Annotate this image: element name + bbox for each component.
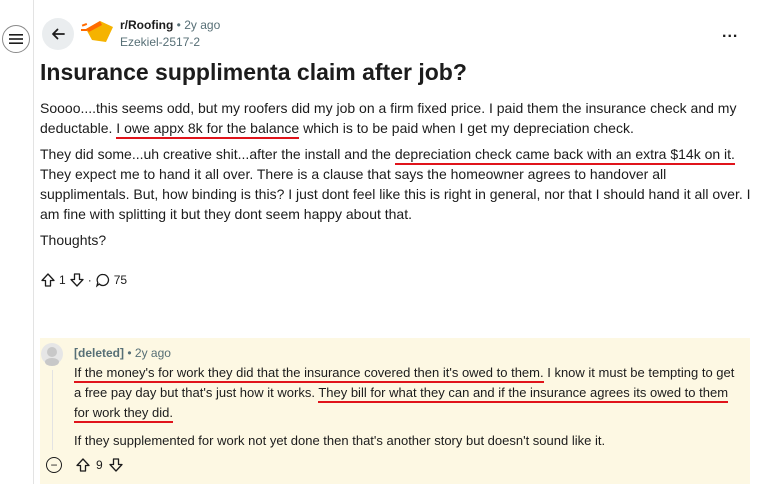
- post-actions: 1 · 75: [40, 272, 127, 288]
- action-separator: ·: [87, 273, 92, 287]
- more-options-button[interactable]: ...: [722, 24, 738, 42]
- comment-body: If the money's for work they did that th…: [74, 363, 744, 459]
- highlighted-text: depreciation check came back with an ext…: [394, 146, 735, 165]
- menu-icon: [9, 34, 23, 44]
- downvote-icon[interactable]: [69, 272, 85, 288]
- upvote-icon[interactable]: [40, 272, 56, 288]
- collapse-icon[interactable]: −: [46, 457, 62, 473]
- comment-time: 2y ago: [134, 346, 171, 360]
- comment-actions: − 9: [46, 457, 124, 473]
- post-time: 2y ago: [184, 18, 221, 32]
- meta-separator: •: [127, 346, 132, 360]
- thread-line[interactable]: [52, 370, 53, 450]
- post-paragraph: They did some...uh creative shit...after…: [40, 146, 751, 222]
- highlighted-text: I owe appx 8k for the balance: [116, 120, 300, 139]
- comment-count: 75: [113, 273, 128, 287]
- upvote-icon[interactable]: [75, 457, 91, 473]
- subreddit-avatar-icon[interactable]: [80, 16, 116, 46]
- downvote-icon[interactable]: [108, 457, 124, 473]
- post-body: Soooo....this seems odd, but my roofers …: [40, 98, 752, 256]
- comment-meta: [deleted] • 2y ago: [74, 346, 171, 360]
- meta-separator: •: [176, 18, 181, 32]
- post-meta: r/Roofing • 2y ago Ezekiel-2517-2: [120, 17, 220, 50]
- comment-icon[interactable]: [95, 272, 111, 288]
- comment-author: [deleted]: [74, 346, 125, 360]
- post-title: Insurance supplimenta claim after job?: [40, 59, 467, 85]
- comment-vote-count: 9: [96, 458, 103, 472]
- post-author[interactable]: Ezekiel-2517-2: [120, 34, 220, 50]
- post-paragraph: Soooo....this seems odd, but my roofers …: [40, 98, 752, 139]
- more-icon: ...: [722, 24, 739, 41]
- left-rail: [0, 0, 34, 484]
- back-button[interactable]: [42, 18, 74, 50]
- subreddit-link[interactable]: r/Roofing: [120, 18, 173, 32]
- post-paragraph: Thoughts?: [40, 232, 107, 248]
- menu-button[interactable]: [2, 25, 30, 53]
- deleted-avatar-icon: [41, 343, 63, 366]
- comment-paragraph: If they supplemented for work not yet do…: [74, 433, 606, 448]
- post-vote-count: 1: [59, 273, 66, 287]
- highlighted-text: If the money's for work they did that th…: [74, 365, 544, 383]
- comment-paragraph: If the money's for work they did that th…: [74, 363, 744, 423]
- back-arrow-icon: [52, 28, 65, 40]
